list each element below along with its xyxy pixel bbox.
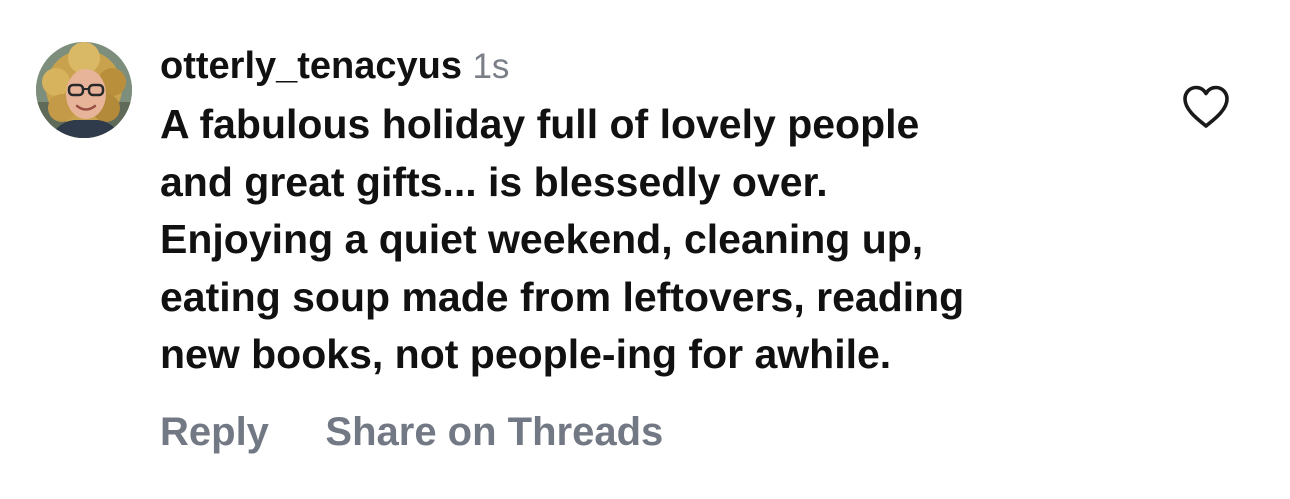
comment-text-line: eating soup made from leftovers, reading: [160, 273, 965, 320]
comment-text-line: A fabulous holiday full of lovely people: [160, 101, 920, 147]
comment-header: otterly_tenacyus 1s: [160, 40, 1140, 92]
reply-button[interactable]: Reply: [160, 410, 269, 454]
comment-text: A fabulous holiday full of lovely people…: [160, 96, 1140, 384]
avatar-image: [36, 42, 132, 138]
like-button[interactable]: [1181, 84, 1231, 130]
comment-text-line: Enjoying a quiet weekend, cleaning up,: [160, 216, 924, 262]
comment-text-line: new books, not people-ing for awhile.: [160, 331, 892, 377]
username-link[interactable]: otterly_tenacyus: [160, 45, 462, 87]
comment: otterly_tenacyus 1s A fabulous holiday f…: [0, 0, 1290, 499]
comment-actions: Reply Share on Threads: [160, 404, 663, 460]
avatar[interactable]: [36, 42, 132, 138]
comment-text-line: and great gifts... is blessedly over.: [160, 158, 828, 205]
comment-timestamp: 1s: [472, 47, 510, 86]
heart-outline-icon: [1183, 85, 1229, 128]
share-on-threads-button[interactable]: Share on Threads: [325, 410, 663, 454]
comment-content: otterly_tenacyus 1s A fabulous holiday f…: [160, 40, 1140, 384]
